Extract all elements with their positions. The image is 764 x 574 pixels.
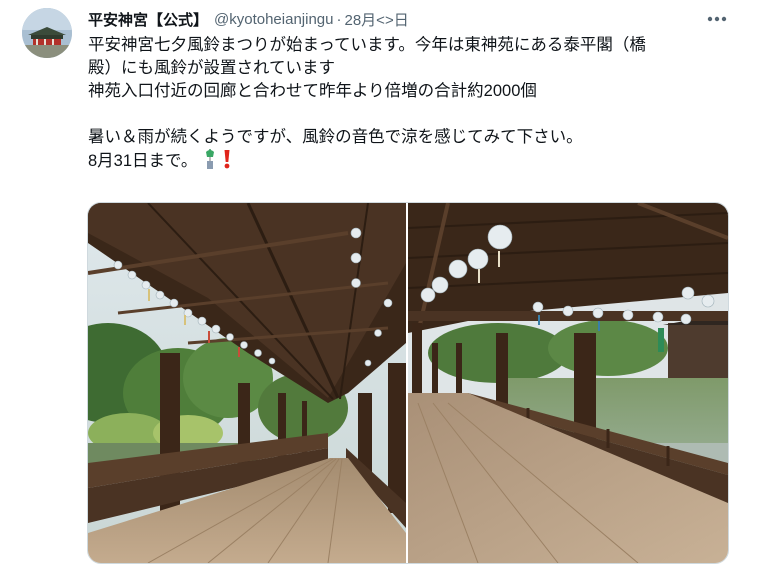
shrine-avatar-image: [22, 8, 72, 58]
tweet-text: 平安神宮七夕風鈴まつりが始まっています。今年は東神苑にある泰平閣（橋 殿）にも風…: [88, 34, 738, 176]
user-handle[interactable]: @kyotoheianjingu: [214, 11, 333, 28]
wind-chime-icon: [203, 149, 217, 176]
tweet-line: 神苑入口付近の回廊と合わせて昨年より倍増の合計約2000個: [88, 82, 537, 100]
tweet-header: 平安神宮【公式】 @kyotoheianjingu · 28月<>日: [88, 8, 409, 30]
tweet-line: 暑い＆雨が続くようですが、風鈴の音色で涼を感じてみて下さい。: [88, 128, 583, 146]
photo-right-image: [408, 203, 728, 563]
tweet-line: 平安神宮七夕風鈴まつりが始まっています。今年は東神苑にある泰平閣（橋: [88, 36, 646, 54]
tweet-line: 8月31日まで。: [88, 152, 198, 170]
separator-dot: ·: [336, 10, 342, 28]
more-options-button[interactable]: [702, 8, 732, 30]
photo-left-image: [88, 203, 406, 563]
media-gallery[interactable]: [87, 202, 729, 564]
tweet-date[interactable]: 28月<>日: [345, 9, 409, 30]
tweet-line-last: 8月31日まで。: [88, 149, 738, 176]
corridor-garden-photo[interactable]: [88, 203, 406, 563]
tweet: 平安神宮【公式】 @kyotoheianjingu · 28月<>日 平安神宮七…: [0, 0, 764, 574]
avatar[interactable]: [22, 8, 72, 58]
display-name[interactable]: 平安神宮【公式】: [88, 9, 208, 30]
bridge-pond-photo[interactable]: [408, 203, 728, 563]
tweet-line: 殿）にも風鈴が設置されています: [88, 59, 336, 77]
exclamation-icon: [223, 149, 231, 176]
more-icon: [707, 16, 727, 22]
